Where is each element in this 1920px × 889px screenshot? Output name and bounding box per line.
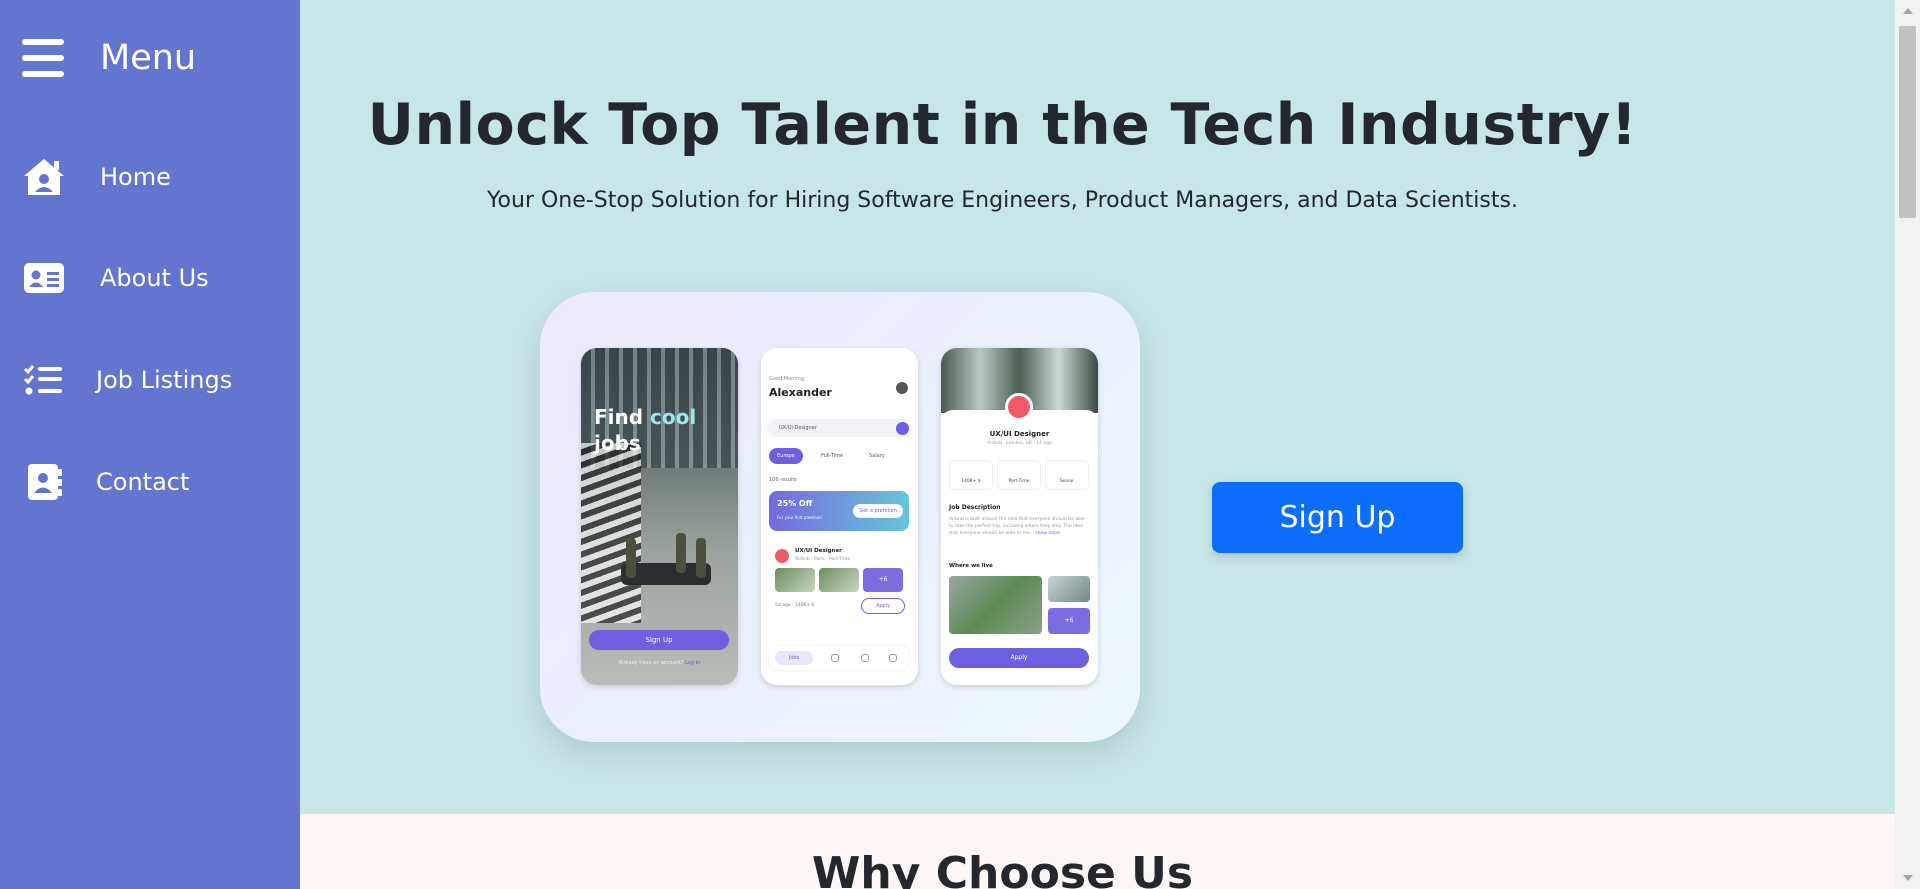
mockup-job-card: UX/UI Designer Airbnb · Paris · Part-Tim…: [769, 543, 909, 643]
mockup-username: Alexander: [769, 386, 832, 399]
airbnb-logo-icon: [1005, 393, 1033, 421]
hero-subtitle: Your One-Stop Solution for Hiring Softwa…: [487, 188, 1518, 213]
mockup-results: 106 results: [769, 477, 797, 483]
mockup-job-title: UX/UI Designer: [989, 430, 1050, 438]
sidebar-item-label: Job Listings: [96, 366, 233, 394]
phone-screen-onboarding: Find cool jobs Sign Up Already have an a…: [581, 348, 738, 685]
hamburger-menu-icon[interactable]: [22, 39, 64, 77]
scroll-down-icon[interactable]: [1903, 875, 1913, 881]
phone-screen-job-detail: UX/UI Designer Airbnb · London, UK · 14 …: [941, 348, 1098, 685]
chat-icon: [889, 654, 897, 662]
mockup-stat: Part-Time: [997, 460, 1041, 490]
mockup-apply-button: Apply: [949, 648, 1089, 668]
mockup-chip: Full-Time: [821, 453, 844, 459]
sidebar-item-label: Home: [100, 163, 171, 191]
menu-toggle[interactable]: Menu: [22, 30, 196, 86]
address-card-icon: [22, 256, 66, 300]
house-user-icon: [22, 155, 66, 199]
sidebar-item-about-us[interactable]: About Us: [22, 253, 209, 303]
search-icon: [896, 422, 909, 435]
sidebar-item-label: Contact: [96, 468, 190, 496]
mockup-promo: 25% Off For your first premium Get a pre…: [769, 491, 909, 531]
heart-icon: [831, 654, 839, 662]
hero-title: Unlock Top Talent in the Tech Industry!: [367, 92, 1638, 158]
sidebar-item-contact[interactable]: Contact: [22, 457, 189, 507]
mockup-search: UX/UI Designer: [767, 419, 912, 437]
mockup-login-text: Already have an account? Log In: [618, 660, 701, 666]
mockup-greeting: Good Morning,: [769, 376, 806, 382]
scrollbar-thumb[interactable]: [1899, 26, 1916, 218]
mockup-desc-text: Airbnb is built around the idea that eve…: [949, 517, 1085, 536]
mockup-desc-title: Job Description: [949, 504, 1001, 511]
sidebar-item-label: About Us: [100, 264, 209, 292]
mockup-headline: Find cool jobs: [594, 405, 697, 455]
main-content: Unlock Top Talent in the Tech Industry! …: [300, 0, 1895, 889]
contact-book-icon: [22, 460, 66, 504]
sidebar: Menu Home About Us Job Listings Contact: [0, 0, 300, 889]
menu-label: Menu: [100, 38, 197, 78]
why-choose-us-heading: Why Choose Us: [811, 848, 1194, 889]
app-mockup-image: Find cool jobs Sign Up Already have an a…: [540, 292, 1140, 742]
mockup-tabbar: Jobs: [769, 646, 909, 670]
mockup-job-meta: Airbnb · London, UK · 14 ago: [987, 441, 1052, 446]
sidebar-item-job-listings[interactable]: Job Listings: [22, 355, 232, 405]
sign-up-button[interactable]: Sign Up: [1212, 482, 1463, 553]
mockup-where-title: Where we live: [949, 563, 993, 569]
vertical-scrollbar[interactable]: [1895, 0, 1920, 889]
home-icon: [861, 654, 869, 662]
mockup-signup-button: Sign Up: [589, 630, 729, 650]
sidebar-item-home[interactable]: Home: [22, 152, 171, 202]
phone-screen-search: Good Morning, Alexander UX/UI Designer E…: [761, 348, 918, 685]
mockup-chip: Salary: [869, 453, 885, 459]
avatar: [896, 382, 908, 394]
scroll-up-icon[interactable]: [1903, 8, 1913, 14]
mockup-stat: 140K+ $: [949, 460, 993, 490]
list-check-icon: [22, 358, 66, 402]
mockup-chip: Europe: [769, 448, 803, 464]
hero-section: Unlock Top Talent in the Tech Industry! …: [300, 0, 1895, 814]
mockup-stat: Senior: [1045, 460, 1089, 490]
airbnb-logo-icon: [775, 549, 789, 563]
